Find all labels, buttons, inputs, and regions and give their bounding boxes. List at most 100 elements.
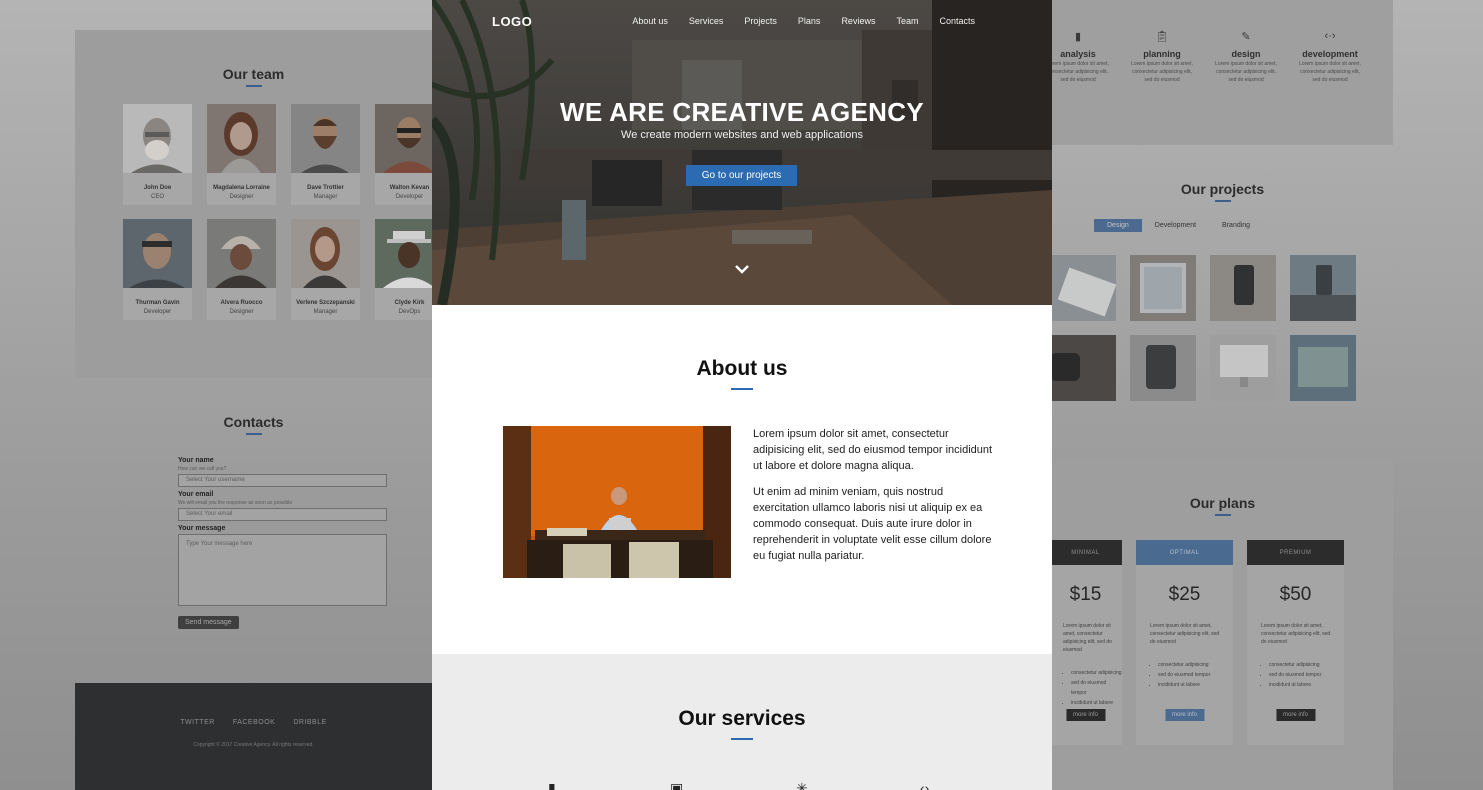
nav-link-plans[interactable]: Plans bbox=[798, 16, 821, 26]
nav-link-about[interactable]: About us bbox=[632, 16, 668, 26]
plan-feature: sed do eiusmod tempor bbox=[1158, 670, 1233, 680]
plan-feature: incididunt ut labore bbox=[1269, 680, 1344, 690]
nav-link-team[interactable]: Team bbox=[896, 16, 918, 26]
project-thumbnail[interactable] bbox=[1290, 335, 1356, 401]
project-thumbnail[interactable] bbox=[1050, 335, 1116, 401]
about-paragraph: Ut enim ad minim veniam, quis nostrud ex… bbox=[753, 486, 992, 562]
project-thumbnail[interactable] bbox=[1210, 335, 1276, 401]
service-desc: Lorem ipsum dolor sit amet, consectetur … bbox=[1299, 61, 1361, 83]
facebook-link[interactable]: FACEBOOK bbox=[233, 719, 276, 726]
plans-section: Our plans MINIMAL $15 Lorem ipsum dolor … bbox=[1049, 459, 1393, 790]
dribble-link[interactable]: DRIBBLE bbox=[293, 719, 326, 726]
services-strip: ▮ analysis Lorem ipsum dolor sit amet, c… bbox=[1047, 0, 1393, 145]
magic-wand-icon: ✎ bbox=[1241, 31, 1251, 43]
contact-form: Your name How can we call you? Select Yo… bbox=[178, 453, 388, 629]
title-underline bbox=[245, 85, 262, 87]
member-name: Dave Trottier bbox=[307, 185, 344, 191]
team-title: Our team bbox=[222, 66, 285, 82]
plan-desc: Lorem ipsum dolor sit amet, consectetur … bbox=[1063, 623, 1112, 653]
message-field[interactable]: Type Your message here bbox=[178, 534, 387, 606]
clipboard-icon: ▣ bbox=[670, 780, 684, 790]
chevron-down-icon[interactable] bbox=[734, 263, 750, 275]
send-message-button[interactable]: Send message bbox=[178, 616, 239, 629]
team-member[interactable]: Magdalena Lorraine Designer bbox=[207, 104, 276, 205]
plan-feature: sed do eiusmod tempor bbox=[1071, 678, 1122, 698]
member-photo bbox=[123, 219, 192, 288]
plan-price: $50 bbox=[1279, 584, 1312, 605]
footer: TWITTER FACEBOOK DRIBBLE Copyright © 201… bbox=[75, 683, 432, 790]
tab-branding[interactable]: Branding bbox=[1209, 219, 1263, 232]
left-preview-panel: Our team John Doe CEO Magdalena Lorraine… bbox=[75, 30, 444, 790]
project-thumbnail[interactable] bbox=[1130, 335, 1196, 401]
magic-wand-icon: ✳ bbox=[796, 780, 808, 790]
code-icon: ‹› bbox=[920, 780, 930, 790]
plan-feature: incididunt ut labore bbox=[1071, 698, 1122, 708]
services-list: ▮ analysis Lorem ipsum dolor sit amet, c… bbox=[1045, 30, 1363, 84]
member-role: Designer bbox=[229, 194, 254, 200]
plan-feature: sed do eiusmod tempor bbox=[1269, 670, 1344, 680]
hero-subtitle: We create modern websites and web applic… bbox=[621, 129, 863, 141]
member-name: John Doe bbox=[143, 185, 172, 191]
name-field[interactable]: Select Your username bbox=[178, 474, 387, 487]
clipboard-icon: 📋︎ bbox=[1155, 31, 1169, 43]
more-info-button[interactable]: more info bbox=[1275, 709, 1316, 721]
project-thumbnail[interactable] bbox=[1290, 255, 1356, 321]
about-text: Lorem ipsum dolor sit amet, consectetur … bbox=[753, 426, 993, 564]
plan-card-optimal: OPTIMAL $25 Lorem ipsum dolor sit amet, … bbox=[1136, 540, 1233, 745]
more-info-button[interactable]: more info bbox=[1164, 709, 1205, 721]
projects-title: Our projects bbox=[1180, 181, 1265, 197]
title-underline bbox=[1214, 200, 1231, 202]
plan-name: MINIMAL bbox=[1049, 540, 1122, 565]
team-member[interactable]: Dave Trottier Manager bbox=[291, 104, 360, 205]
team-member[interactable]: Thurman Gavin Developer bbox=[123, 219, 192, 320]
plan-desc: Lorem ipsum dolor sit amet, consectetur … bbox=[1150, 623, 1220, 645]
team-member[interactable]: John Doe CEO bbox=[123, 104, 192, 205]
plans-row: MINIMAL $15 Lorem ipsum dolor sit amet, … bbox=[1049, 540, 1344, 745]
plan-name: OPTIMAL bbox=[1136, 540, 1233, 565]
contacts-title: Contacts bbox=[223, 414, 284, 430]
name-label: Your name bbox=[178, 457, 214, 464]
nav-link-services[interactable]: Services bbox=[689, 16, 724, 26]
service-desc: Lorem ipsum dolor sit amet, consectetur … bbox=[1131, 61, 1193, 83]
nav-links: About us Services Projects Plans Reviews… bbox=[632, 16, 975, 26]
nav-link-contacts[interactable]: Contacts bbox=[939, 16, 975, 26]
project-thumbnail[interactable] bbox=[1210, 255, 1276, 321]
plans-title: Our plans bbox=[1189, 495, 1256, 511]
go-to-projects-button[interactable]: Go to our projects bbox=[686, 165, 797, 186]
plan-feature: consectetur adipisicing bbox=[1269, 660, 1344, 670]
main-page: LOGO About us Services Projects Plans Re… bbox=[432, 0, 1052, 790]
plan-feature: consectetur adipisicing bbox=[1158, 660, 1233, 670]
plan-features: consectetur adipisicing sed do eiusmod t… bbox=[1136, 660, 1233, 690]
nav-link-projects[interactable]: Projects bbox=[744, 16, 777, 26]
service-item: ‹·› development Lorem ipsum dolor sit am… bbox=[1297, 30, 1363, 84]
more-info-button[interactable]: more info bbox=[1065, 709, 1106, 721]
member-name: Thurman Gavin bbox=[135, 300, 180, 306]
hero-title-light: WE ARE bbox=[560, 97, 673, 127]
nav-link-reviews[interactable]: Reviews bbox=[841, 16, 875, 26]
tab-design[interactable]: Design bbox=[1094, 219, 1142, 232]
plan-feature: incididunt ut labore bbox=[1158, 680, 1233, 690]
team-member[interactable]: Alvera Ruocco Designer bbox=[207, 219, 276, 320]
about-paragraph: Lorem ipsum dolor sit amet, consectetur … bbox=[753, 428, 993, 472]
about-image bbox=[503, 426, 731, 578]
project-thumbnail[interactable] bbox=[1130, 255, 1196, 321]
bar-chart-icon: ▮ bbox=[548, 780, 556, 790]
project-thumbnail[interactable] bbox=[1050, 255, 1116, 321]
services-section: Our services ▮ ▣ ✳ ‹› bbox=[432, 654, 1052, 790]
team-section: Our team John Doe CEO Magdalena Lorraine… bbox=[75, 30, 444, 378]
about-section: About us Lorem ipsum dolor sit amet, con… bbox=[432, 305, 1052, 654]
service-desc: Lorem ipsum dolor sit amet, consectetur … bbox=[1047, 61, 1109, 83]
tab-development[interactable]: Development bbox=[1142, 219, 1209, 232]
hero-background-image bbox=[432, 0, 1052, 305]
title-underline bbox=[245, 433, 262, 435]
service-title: design bbox=[1231, 49, 1261, 59]
title-underline bbox=[731, 388, 753, 390]
service-item: 📋︎ planning Lorem ipsum dolor sit amet, … bbox=[1129, 30, 1195, 84]
member-role: Developer bbox=[143, 309, 172, 315]
email-field[interactable]: Select Your email bbox=[178, 508, 387, 521]
twitter-link[interactable]: TWITTER bbox=[180, 719, 215, 726]
logo[interactable]: LOGO bbox=[492, 14, 532, 29]
team-member[interactable]: Verlene Szczepanski Manager bbox=[291, 219, 360, 320]
service-title: development bbox=[1302, 49, 1358, 59]
member-photo bbox=[291, 219, 360, 288]
